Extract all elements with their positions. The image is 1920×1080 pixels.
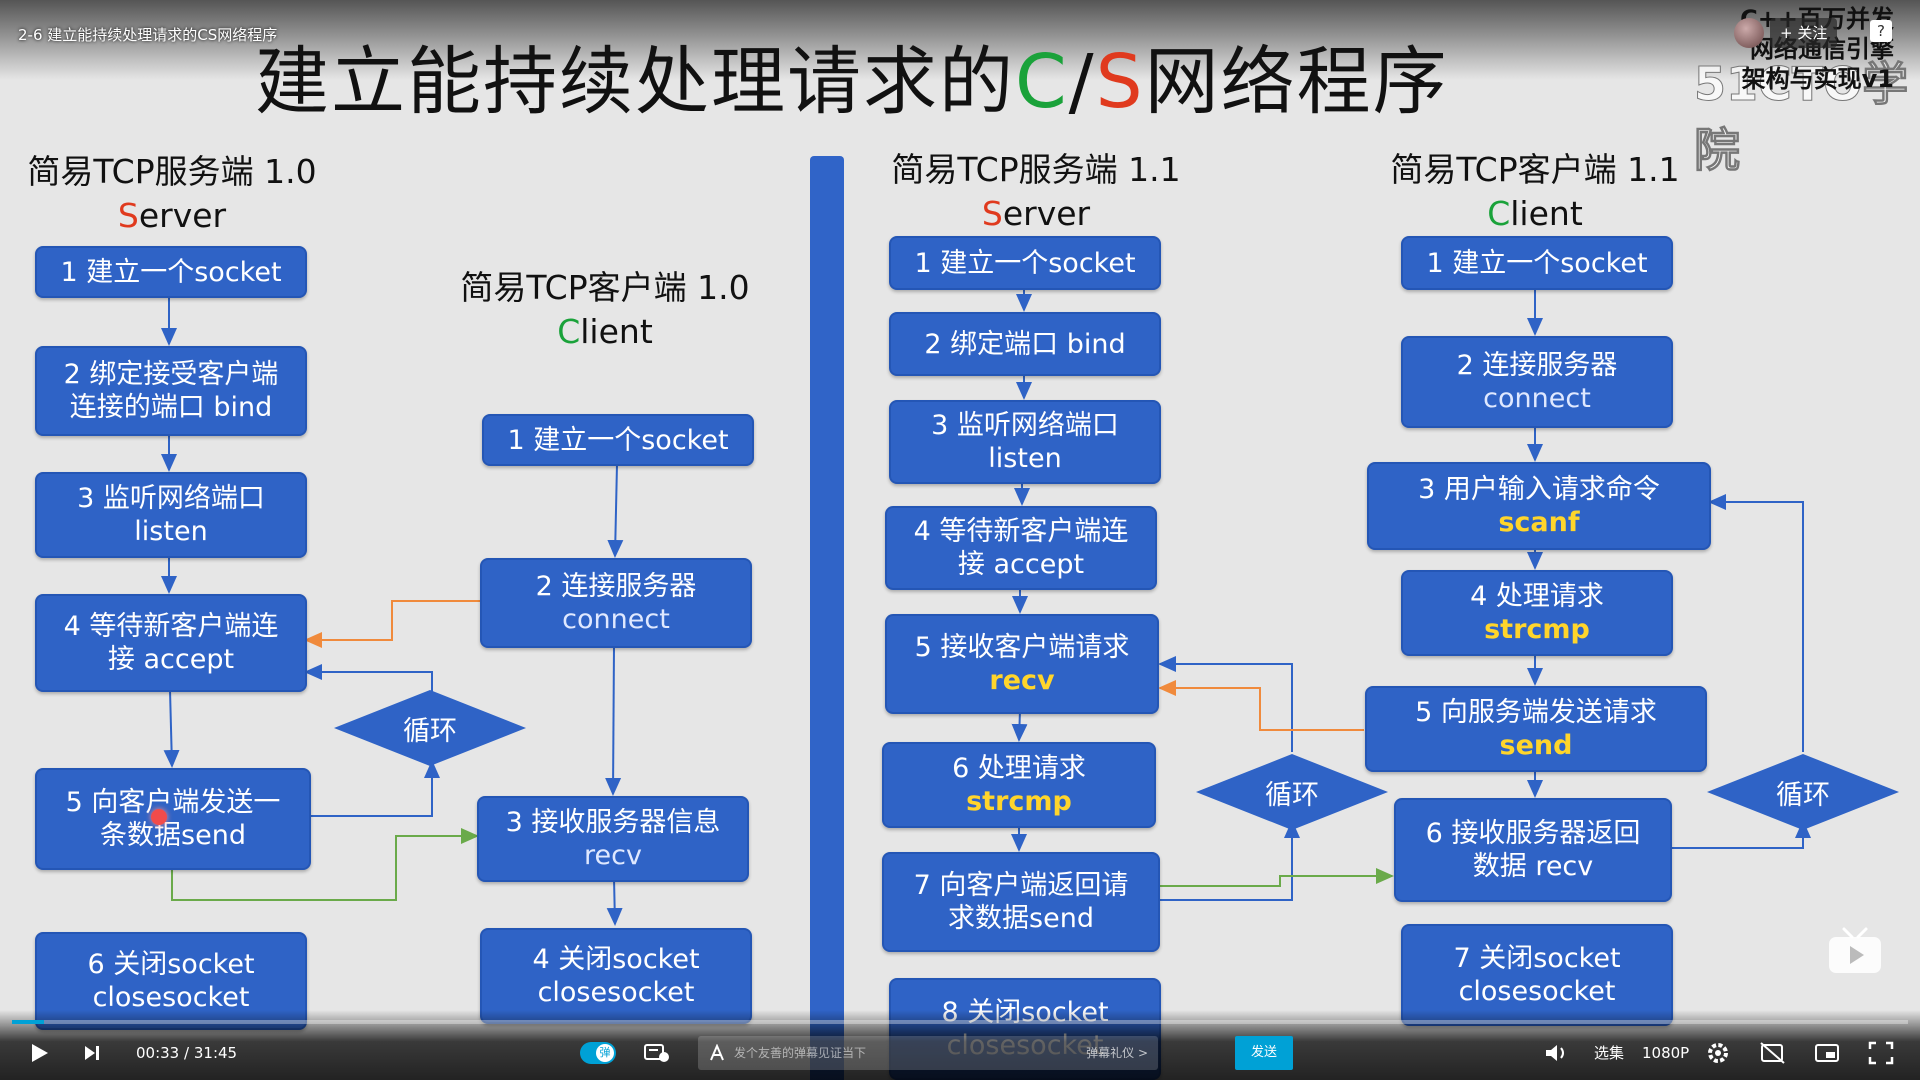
server10-step-1: 1 建立一个socket [35,246,307,298]
client11-step-5: 5 向服务端发送请求 send [1365,686,1707,772]
fullscreen-icon[interactable] [1868,1041,1894,1065]
server11-step-6: 6 处理请求 strcmp [882,742,1156,828]
server10-step-2: 2 绑定接受客户端 连接的端口 bind [35,346,307,436]
play-icon[interactable] [28,1042,50,1064]
time-display: 00:33 / 31:45 [136,1044,238,1062]
client11-step-2: 2 连接服务器 connect [1401,336,1673,428]
server11-step-5: 5 接收客户端请求 recv [885,614,1159,714]
server11-step-1: 1 建立一个socket [889,236,1161,290]
server11-step-7: 7 向客户端返回请 求数据send [882,852,1160,952]
pip-off-icon[interactable] [1760,1042,1786,1064]
client10-step-3: 3 接收服务器信息 recv [477,796,749,882]
send-button[interactable]: 发送 [1235,1036,1293,1070]
video-frame[interactable]: 2-6 建立能持续处理请求的CS网络程序 建立能持续处理请求的C/S网络程序 5… [0,0,1920,1080]
server11-step-4: 4 等待新客户端连接 accept [885,506,1157,590]
client11-step-3: 3 用户输入请求命令 scanf [1367,462,1711,550]
danmu-settings-icon[interactable] [644,1043,670,1063]
server10-loop-diamond: 循环 [332,688,528,768]
server10-heading: 简易TCP服务端 1.0 Server [27,152,317,235]
server10-step-4: 4 等待新客户端连接 accept [35,594,307,692]
progress-fill [12,1020,45,1024]
client11-heading: 简易TCP客户端 1.1 Client [1390,150,1680,233]
server10-step-5: 5 向客户端发送一 条数据send [35,768,311,870]
danmu-input[interactable]: 发个友善的弹幕见证当下 弹幕礼仪 > [698,1036,1158,1070]
quality-button[interactable]: 1080P [1642,1043,1689,1063]
tv-play-icon[interactable] [1826,925,1884,975]
text-style-icon[interactable] [708,1044,726,1062]
server11-step-2: 2 绑定端口 bind [889,312,1161,376]
server10-step-3: 3 监听网络端口 listen [35,472,307,558]
client10-step-2: 2 连接服务器 connect [480,558,752,648]
next-icon[interactable] [82,1043,102,1063]
client10-step-1: 1 建立一个socket [482,414,754,466]
client10-heading: 简易TCP客户端 1.0 Client [460,268,750,351]
server11-heading: 简易TCP服务端 1.1 Server [891,150,1181,233]
danmu-placeholder: 发个友善的弹幕见证当下 [734,1046,867,1060]
cursor-dot [151,809,167,825]
video-title: 2-6 建立能持续处理请求的CS网络程序 [18,26,278,44]
client11-step-4: 4 处理请求 strcmp [1401,570,1673,656]
client11-step-1: 1 建立一个socket [1401,236,1673,290]
episodes-button[interactable]: 选集 [1594,1043,1624,1063]
progress-bar[interactable] [12,1020,1908,1024]
danmu-toggle[interactable]: 弹 [580,1042,616,1064]
client11-loop-diamond: 循环 [1705,752,1901,832]
server11-loop-diamond: 循环 [1194,752,1390,832]
danmu-etiquette-link[interactable]: 弹幕礼仪 > [1086,1044,1148,1061]
settings-gear-icon[interactable] [1706,1041,1730,1065]
server11-step-3: 3 监听网络端口 listen [889,400,1161,484]
widescreen-icon[interactable] [1814,1042,1840,1064]
client11-step-6: 6 接收服务器返回 数据 recv [1394,798,1672,902]
volume-icon[interactable] [1544,1042,1570,1064]
